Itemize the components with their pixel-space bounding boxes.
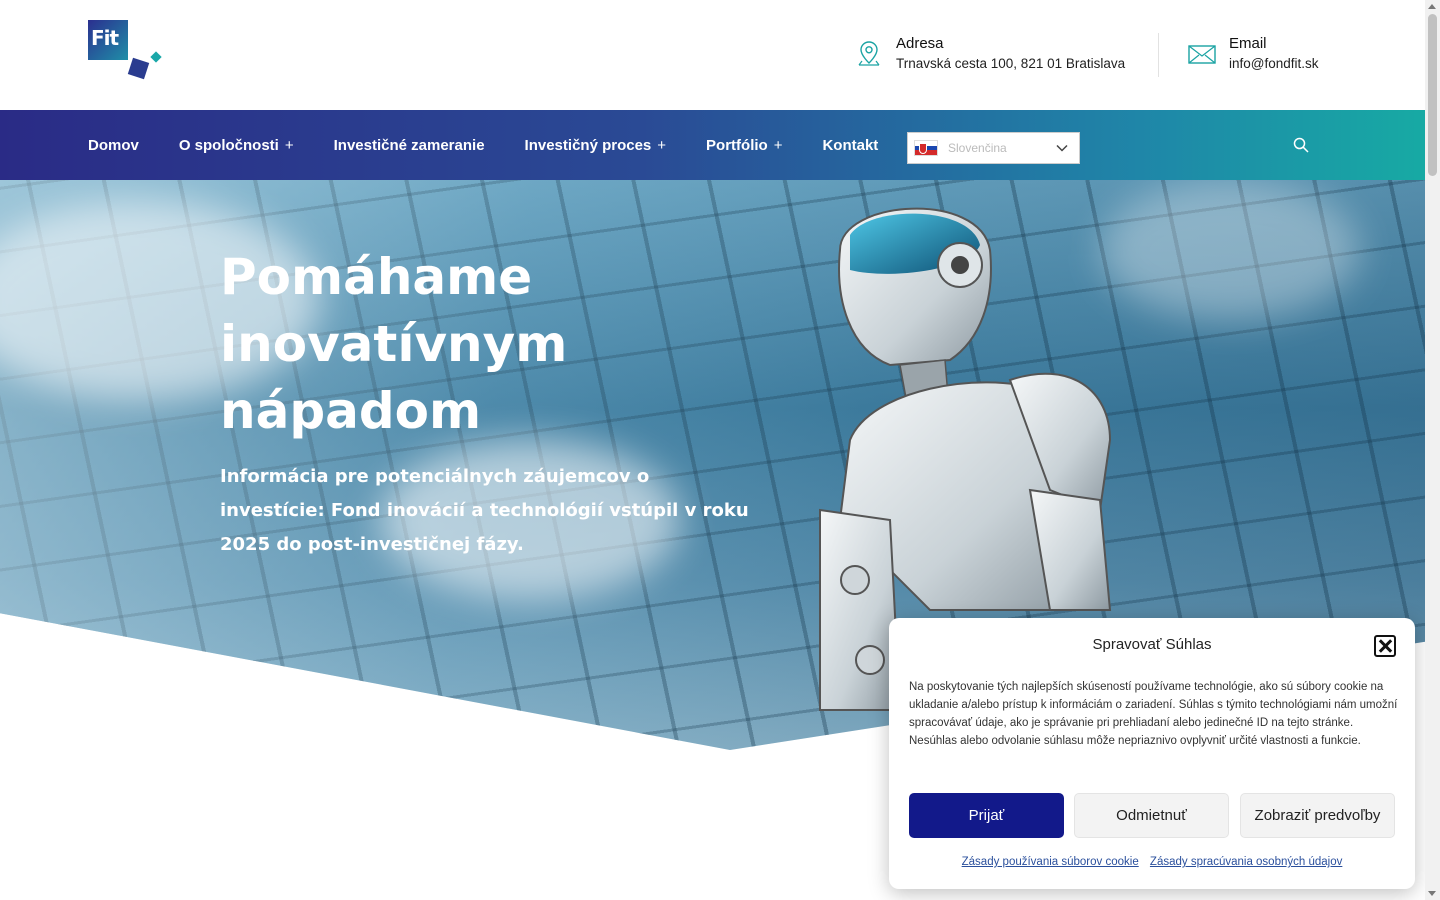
close-icon[interactable] — [1374, 635, 1396, 657]
nav-item-investicne-zameranie[interactable]: Investičné zameranie — [334, 137, 485, 154]
submenu-plus-icon: + — [284, 136, 294, 154]
hero-subtitle: Informácia pre potenciálnych záujemcov o… — [220, 466, 749, 555]
submenu-plus-icon: + — [773, 136, 783, 154]
language-select[interactable]: Slovenčina — [907, 132, 1080, 164]
nav-item-label: O spoločnosti — [178, 136, 279, 154]
cookie-consent-dialog: Spravovať Súhlas Na poskytovanie tých na… — [889, 618, 1415, 889]
language-selected: Slovenčina — [948, 141, 1007, 155]
address-title: Adresa — [896, 35, 944, 52]
deny-button[interactable]: Odmietnuť — [1074, 793, 1229, 838]
address-block: Adresa Trnavská cesta 100, 821 01 Bratis… — [854, 33, 1125, 77]
nav-item-o-spolocnosti[interactable]: O spoločnosti + — [179, 137, 294, 154]
nav-item-label: Kontakt — [822, 136, 879, 154]
cookie-dialog-text: Na poskytovanie tých najlepších skúsenos… — [909, 681, 1398, 747]
logo-diamond — [150, 51, 162, 63]
hero-title: Pomáhame inovatívnym nápadom — [220, 248, 568, 440]
nav-item-kontakt[interactable]: Kontakt — [822, 137, 878, 154]
page-scrollbar[interactable] — [1425, 0, 1440, 900]
nav-menu: Domov O spoločnosti + Investičné zamerani… — [88, 110, 918, 180]
nav-item-portfolio[interactable]: Portfólio + — [706, 137, 782, 154]
nav-item-investicny-proces[interactable]: Investičný proces + — [525, 137, 667, 154]
main-navigation: Domov O spoločnosti + Investičné zamerani… — [0, 110, 1425, 180]
envelope-icon — [1188, 45, 1216, 64]
nav-item-domov[interactable]: Domov — [88, 137, 139, 154]
nav-item-label: Portfólio — [706, 136, 768, 154]
cookie-policy-link[interactable]: Zásady používania súborov cookie — [962, 856, 1139, 868]
address-value: Trnavská cesta 100, 821 01 Bratislava — [896, 56, 1126, 71]
view-preferences-button[interactable]: Zobraziť predvoľby — [1240, 793, 1395, 838]
email-block: Email info@fondfit.sk — [1187, 33, 1319, 77]
search-icon[interactable] — [1293, 137, 1309, 153]
logo-mark: Fit — [88, 20, 128, 60]
slovakia-flag-icon — [914, 140, 938, 156]
scroll-down-arrow-icon[interactable] — [1428, 891, 1436, 896]
privacy-policy-link[interactable]: Zásady spracúvania osobných údajov — [1150, 856, 1342, 868]
email-link[interactable]: info@fondfit.sk — [1229, 55, 1319, 73]
chevron-down-icon — [1056, 144, 1068, 152]
logo-square — [127, 57, 150, 80]
submenu-plus-icon: + — [657, 136, 667, 154]
site-logo[interactable]: Fit — [88, 20, 164, 82]
nav-item-label: Domov — [88, 136, 139, 154]
header-divider — [1158, 33, 1159, 77]
nav-item-label: Investičné zameranie — [333, 136, 485, 154]
site-header: Fit Adresa Trnavská cesta 100, 821 01 Br… — [0, 0, 1425, 110]
nav-item-label: Investičný proces — [524, 136, 652, 154]
logo-text: Fit — [91, 26, 119, 50]
cookie-dialog-title: Spravovať Súhlas — [1092, 636, 1212, 653]
cookie-links: Zásady používania súborov cookie Zásady … — [889, 856, 1415, 868]
scrollbar-thumb[interactable] — [1428, 14, 1437, 176]
scroll-up-arrow-icon[interactable] — [1428, 4, 1436, 9]
map-pin-icon — [858, 41, 880, 66]
accept-button[interactable]: Prijať — [909, 793, 1064, 838]
email-title: Email — [1229, 35, 1267, 52]
